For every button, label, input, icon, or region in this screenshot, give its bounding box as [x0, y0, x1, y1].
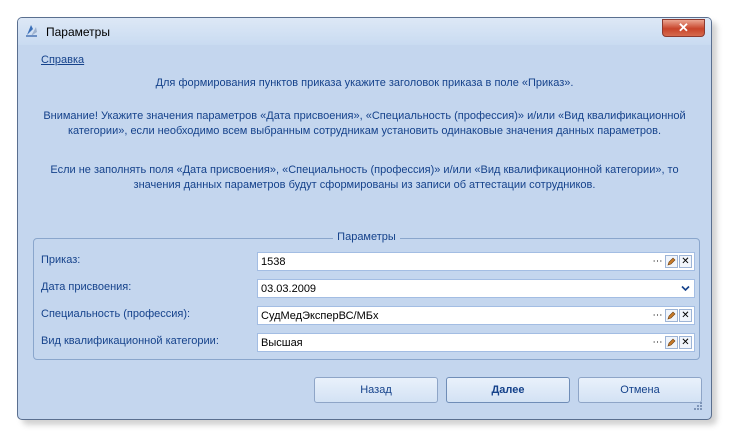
edit-icon[interactable]: [665, 255, 678, 268]
back-button[interactable]: Назад: [314, 377, 438, 403]
specialty-value: СудМедЭксперВС/МБх: [261, 310, 379, 322]
group-title: Параметры: [333, 231, 400, 243]
ellipsis-icon[interactable]: ⋯: [651, 255, 664, 268]
resize-grip-icon[interactable]: [693, 401, 703, 411]
note-message-line-1: Если не заполнять поля «Дата присвоения»…: [50, 164, 679, 176]
order-label: Приказ:: [41, 254, 81, 266]
assign-date-label: Дата присвоения:: [41, 281, 132, 293]
specialty-label: Специальность (профессия):: [41, 308, 191, 320]
clear-icon[interactable]: ✕: [679, 336, 692, 349]
ellipsis-icon[interactable]: ⋯: [651, 309, 664, 322]
parameters-group: Параметры Приказ: 1538 ⋯ ✕ Дата присвоен…: [33, 231, 700, 360]
next-button[interactable]: Далее: [446, 377, 570, 403]
assign-date-field[interactable]: 03.03.2009: [257, 279, 695, 298]
close-icon: ✕: [678, 20, 689, 35]
warning-message-line-2: категории», если необходимо всем выбранн…: [67, 125, 662, 137]
app-icon: [26, 25, 37, 37]
help-link[interactable]: Справка: [41, 54, 84, 66]
info-message-1: Для формирования пунктов приказа укажите…: [155, 77, 574, 89]
order-field[interactable]: 1538 ⋯ ✕: [257, 252, 695, 271]
window-title: Параметры: [46, 25, 110, 39]
close-button[interactable]: ✕: [662, 19, 705, 37]
ellipsis-icon[interactable]: ⋯: [651, 336, 664, 349]
dialog-content: Справка Для формирования пунктов приказа…: [23, 45, 706, 414]
edit-icon[interactable]: [665, 336, 678, 349]
warning-message-line-1: Внимание! Укажите значения параметров «Д…: [43, 110, 686, 122]
category-field[interactable]: Высшая ⋯ ✕: [257, 333, 695, 352]
clear-icon[interactable]: ✕: [679, 309, 692, 322]
specialty-field[interactable]: СудМедЭксперВС/МБх ⋯ ✕: [257, 306, 695, 325]
cancel-button[interactable]: Отмена: [578, 377, 702, 403]
clear-icon[interactable]: ✕: [679, 255, 692, 268]
order-value: 1538: [261, 256, 286, 268]
category-value: Высшая: [261, 337, 303, 349]
chevron-down-icon[interactable]: [679, 282, 692, 295]
title-bar[interactable]: Параметры ✕: [18, 18, 711, 45]
assign-date-value: 03.03.2009: [261, 283, 317, 295]
edit-icon[interactable]: [665, 309, 678, 322]
category-label: Вид квалификационной категории:: [41, 335, 219, 347]
note-message-line-2: значения данных параметров будут сформир…: [133, 179, 596, 191]
parameters-dialog: Параметры ✕ Справка Для формирования пун…: [17, 17, 712, 420]
